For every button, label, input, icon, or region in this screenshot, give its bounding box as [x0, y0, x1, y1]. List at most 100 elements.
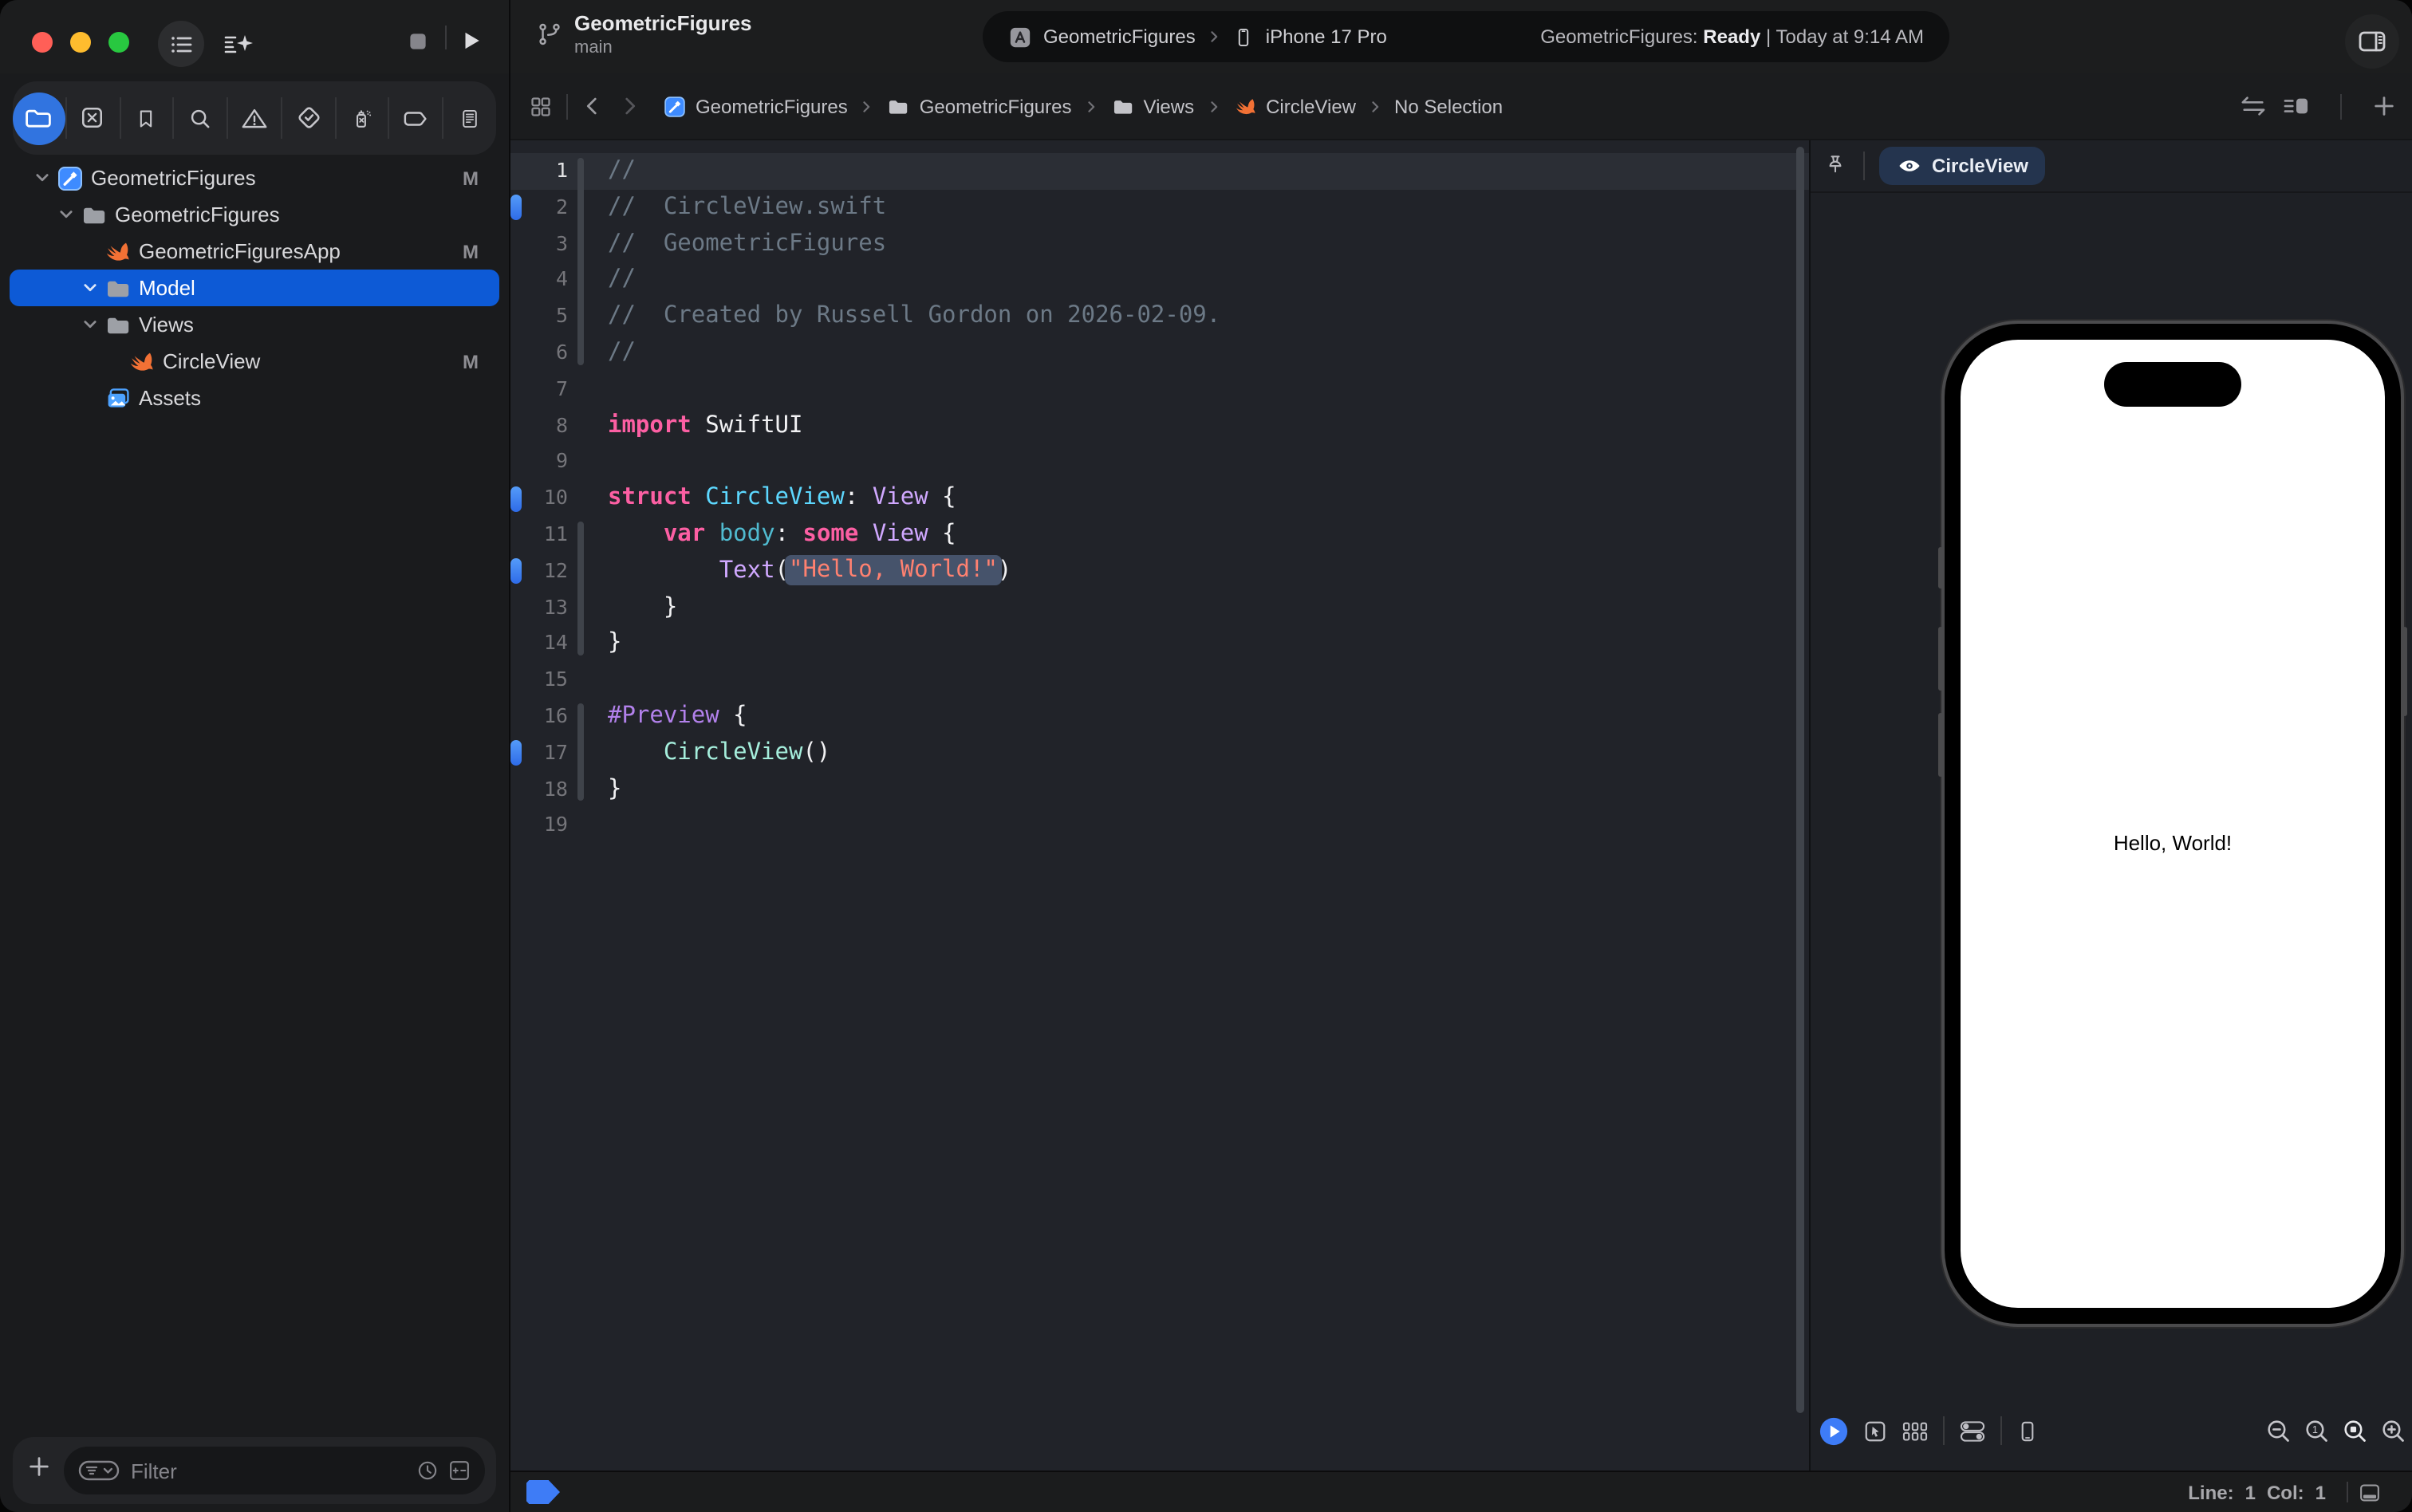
chevron-down-icon[interactable]	[56, 206, 77, 223]
filter-input[interactable]: Filter	[64, 1447, 485, 1494]
navigator-tab-issues[interactable]	[228, 81, 281, 155]
recents-clock-icon[interactable]	[416, 1459, 439, 1482]
navigator-tab-project[interactable]	[13, 81, 65, 155]
breadcrumb-item[interactable]: Views	[1110, 93, 1195, 119]
code-line[interactable]: 3// GeometricFigures	[510, 226, 1809, 262]
code-line[interactable]: 2// CircleView.swift	[510, 190, 1809, 226]
code-line[interactable]: 4//	[510, 262, 1809, 299]
code-line[interactable]: 16#Preview {	[510, 699, 1809, 735]
tree-item-circleview[interactable]: CircleViewM	[10, 343, 499, 380]
navigator-tab-tag[interactable]	[390, 81, 443, 155]
debug-area-toggle-icon[interactable]	[2358, 1482, 2382, 1504]
mag-one-button[interactable]: 1	[2304, 1417, 2331, 1444]
tree-item-model[interactable]: Model	[10, 270, 499, 306]
line-number[interactable]: 10	[510, 480, 568, 517]
mag-plus-button[interactable]	[2380, 1417, 2407, 1444]
source-editor[interactable]: 1//2// CircleView.swift3// GeometricFigu…	[510, 140, 1809, 1471]
line-number[interactable]: 19	[510, 808, 568, 845]
add-editor-icon[interactable]	[2372, 94, 2396, 118]
navigator-tab-reports[interactable]	[444, 81, 497, 155]
line-number[interactable]: 17	[510, 735, 568, 772]
code-line[interactable]: 7	[510, 372, 1809, 408]
traffic-light-close[interactable]	[32, 32, 53, 53]
code-line[interactable]: 8import SwiftUI	[510, 408, 1809, 444]
breadcrumb-item[interactable]: No Selection	[1394, 95, 1503, 117]
chevron-down-icon[interactable]	[32, 169, 53, 187]
forward-button[interactable]	[619, 96, 640, 116]
line-number[interactable]: 13	[510, 589, 568, 626]
tree-item-geometricfigures[interactable]: GeometricFigures	[10, 196, 499, 233]
editor-options-icon[interactable]	[2283, 94, 2310, 118]
intelligence-button[interactable]	[217, 22, 262, 67]
breadcrumb-item[interactable]: GeometricFigures	[886, 93, 1072, 119]
editor-scrollbar[interactable]	[1796, 147, 1804, 1413]
code-line[interactable]: 5// Created by Russell Gordon on 2026-02…	[510, 298, 1809, 335]
mag-fit-button[interactable]	[2342, 1417, 2369, 1444]
code-line[interactable]: 6//	[510, 335, 1809, 372]
preview-screen[interactable]: Hello, World!	[1961, 340, 2385, 1308]
titlebar: GeometricFigures main GeometricFigures i…	[0, 0, 2412, 73]
run-button[interactable]	[459, 29, 483, 53]
code-line[interactable]: 13 }	[510, 589, 1809, 626]
code-line[interactable]: 11 var body: some View {	[510, 517, 1809, 553]
line-number[interactable]: 12	[510, 553, 568, 590]
code-line[interactable]: 1//	[510, 153, 1809, 190]
line-number[interactable]: 11	[510, 517, 568, 553]
line-number[interactable]: 4	[510, 262, 568, 299]
scheme-status-pill[interactable]: GeometricFigures iPhone 17 Pro Geometric…	[983, 11, 1949, 62]
line-number[interactable]: 9	[510, 444, 568, 481]
line-number[interactable]: 3	[510, 226, 568, 262]
line-number[interactable]: 18	[510, 771, 568, 808]
swap-editor-icon[interactable]	[2240, 94, 2267, 118]
navigator-visibility-button[interactable]	[158, 21, 204, 67]
phone-outline-button[interactable]	[2016, 1419, 2039, 1443]
inspector-toggle-button[interactable]	[2345, 14, 2399, 69]
line-number[interactable]: 15	[510, 662, 568, 699]
line-number[interactable]: 5	[510, 298, 568, 335]
related-items-icon[interactable]	[530, 95, 552, 117]
cursor-box-button[interactable]	[1863, 1419, 1887, 1443]
chevron-down-icon[interactable]	[80, 316, 100, 333]
code-line[interactable]: 9	[510, 444, 1809, 481]
navigator-tab-tests[interactable]	[282, 81, 335, 155]
code-line[interactable]: 19	[510, 808, 1809, 845]
breadcrumb-item[interactable]: CircleView	[1232, 93, 1356, 119]
line-number[interactable]: 7	[510, 372, 568, 408]
breadcrumb-item[interactable]: GeometricFigures	[662, 93, 848, 119]
line-number[interactable]: 1	[510, 153, 568, 190]
grid6-button[interactable]	[1902, 1419, 1929, 1443]
code-line[interactable]: 17 CircleView()	[510, 735, 1809, 772]
source-control-filter-icon[interactable]	[448, 1459, 471, 1482]
live-preview-button[interactable]	[1819, 1416, 1849, 1446]
line-number[interactable]: 2	[510, 190, 568, 226]
tree-item-assets[interactable]: Assets	[10, 380, 499, 416]
toggles-button[interactable]	[1959, 1419, 1986, 1443]
code-line[interactable]: 12 Text("Hello, World!")	[510, 553, 1809, 590]
breakpoints-indicator[interactable]	[526, 1480, 560, 1504]
navigator-tab-changes[interactable]	[67, 81, 120, 155]
back-button[interactable]	[582, 96, 603, 116]
preview-tab-pill[interactable]: CircleView	[1879, 147, 2046, 185]
code-line[interactable]: 14}	[510, 626, 1809, 663]
pin-icon[interactable]	[1823, 153, 1847, 177]
code-line[interactable]: 10struct CircleView: View {	[510, 480, 1809, 517]
navigator-tab-bookmarks[interactable]	[120, 81, 173, 155]
navigator-tab-profile[interactable]	[336, 81, 388, 155]
tree-item-geometricfiguresapp[interactable]: GeometricFiguresAppM	[10, 233, 499, 270]
code-line[interactable]: 15	[510, 662, 1809, 699]
tree-item-views[interactable]: Views	[10, 306, 499, 343]
code-line[interactable]: 18}	[510, 771, 1809, 808]
traffic-light-minimize[interactable]	[70, 32, 91, 53]
tree-item-geometricfigures[interactable]: GeometricFiguresM	[10, 159, 499, 196]
line-number[interactable]: 8	[510, 408, 568, 444]
chevron-down-icon[interactable]	[80, 279, 100, 297]
add-button[interactable]	[27, 1455, 51, 1479]
line-number[interactable]: 16	[510, 699, 568, 735]
mag-minus-button[interactable]	[2265, 1417, 2292, 1444]
scheme-selector[interactable]: GeometricFigures iPhone 17 Pro	[1008, 25, 1387, 49]
navigator-tab-find[interactable]	[175, 81, 227, 155]
stop-button[interactable]	[407, 30, 429, 53]
line-number[interactable]: 14	[510, 626, 568, 663]
traffic-light-zoom[interactable]	[108, 32, 129, 53]
line-number[interactable]: 6	[510, 335, 568, 372]
